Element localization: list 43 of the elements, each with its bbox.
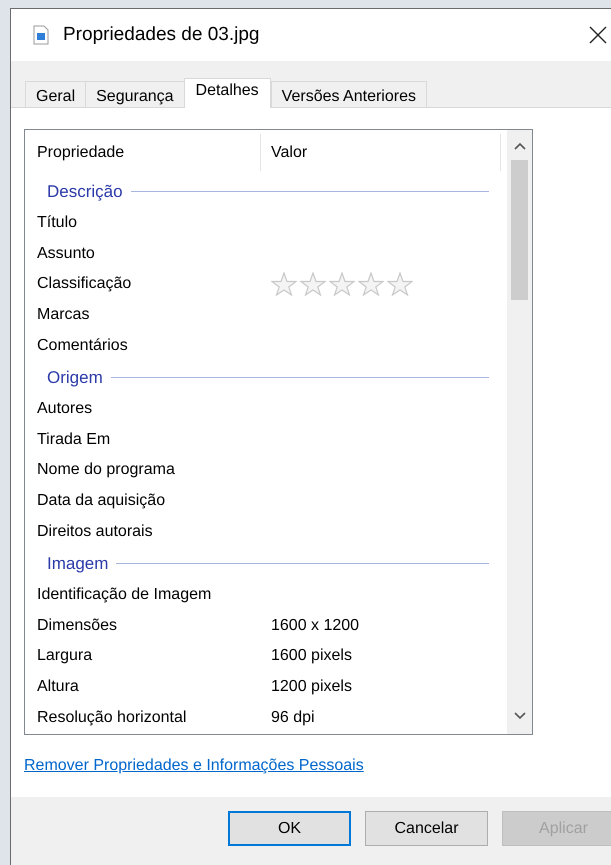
dialog-button[interactable]: Cancelar (365, 811, 488, 846)
property-name: Resolução horizontal (36, 708, 188, 728)
property-name: Identificação de Imagem (36, 585, 212, 606)
property-name: Assunto (36, 244, 96, 264)
dialog-button[interactable]: OK (228, 811, 351, 846)
star-icon[interactable] (358, 272, 384, 296)
scrollbar[interactable] (507, 130, 532, 734)
group-header: Imagem (47, 552, 108, 575)
scroll-down-icon[interactable] (514, 712, 526, 720)
tab[interactable]: Geral (25, 81, 86, 107)
star-icon[interactable] (387, 272, 413, 296)
property-name: Nome do programa (36, 460, 176, 480)
tab[interactable]: Detalhes (184, 78, 271, 108)
property-name: Título (36, 213, 78, 234)
image-file-icon (33, 25, 49, 45)
property-value: 1600 x 1200 (271, 616, 360, 636)
property-value: 96 dpi (271, 708, 315, 728)
column-header[interactable]: Valor (261, 134, 501, 171)
window-title: Propriedades de 03.jpg (63, 22, 260, 47)
scroll-up-icon[interactable] (514, 142, 526, 150)
property-name: Autores (36, 399, 94, 420)
property-name: Direitos autorais (36, 522, 154, 542)
property-name: Comentários (36, 336, 129, 356)
close-icon[interactable] (589, 26, 607, 44)
group-header: Origem (47, 366, 103, 389)
tab[interactable]: Segurança (85, 81, 185, 107)
star-icon[interactable] (329, 272, 355, 296)
property-name: Classificação (36, 274, 132, 294)
property-name: Tirada Em (36, 430, 112, 450)
column-header[interactable]: Propriedade (25, 134, 261, 171)
star-icon[interactable] (300, 272, 326, 296)
property-value: 1200 pixels (271, 677, 352, 698)
property-name: Altura (36, 677, 80, 698)
tab[interactable]: Versões Anteriores (270, 81, 427, 107)
scrollbar-thumb[interactable] (511, 160, 528, 300)
remove-properties-link[interactable]: Remover Propriedades e Informações Pessoais (24, 754, 364, 778)
property-name: Data da aquisição (36, 491, 166, 512)
property-name: Dimensões (36, 616, 118, 636)
property-name: Largura (36, 646, 94, 666)
group-header: Descrição (47, 180, 123, 203)
star-icon[interactable] (271, 272, 297, 296)
property-value: 1600 pixels (271, 646, 352, 666)
property-name: Marcas (36, 305, 90, 326)
